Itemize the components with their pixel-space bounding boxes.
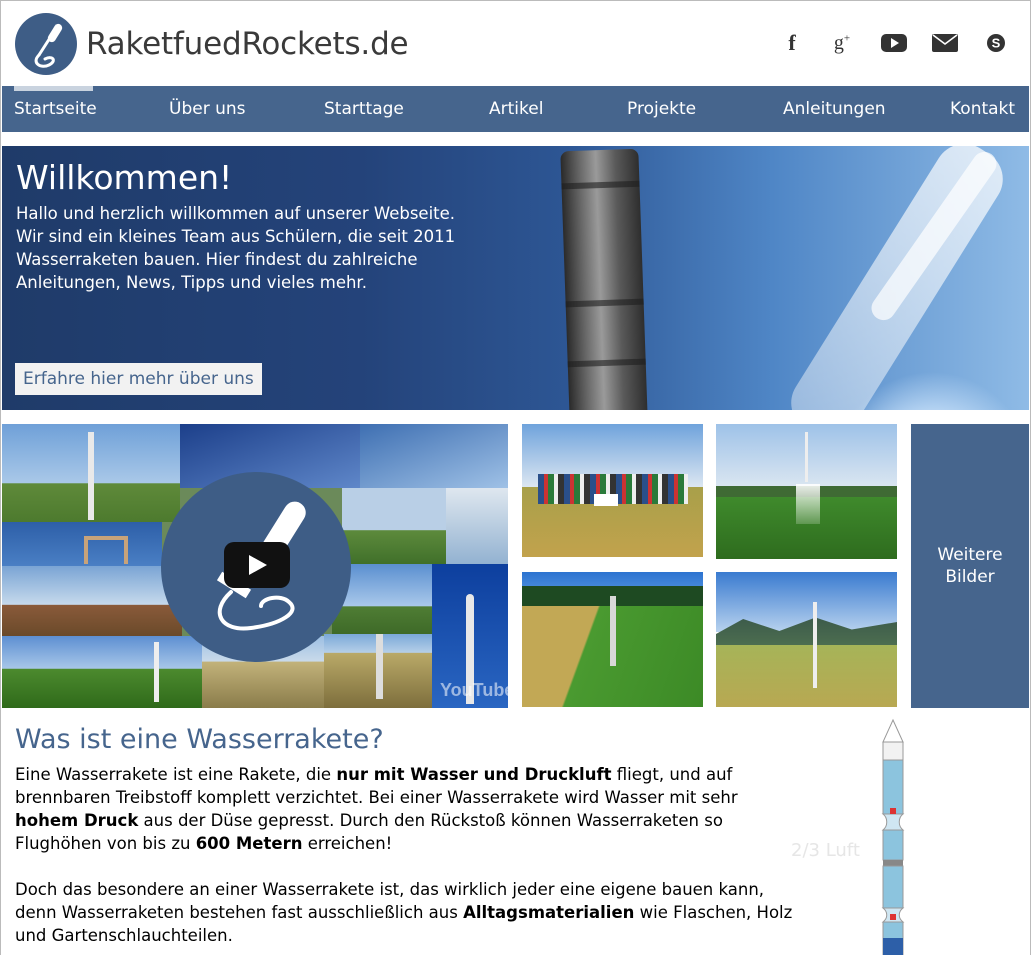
- collage-tile: [2, 522, 162, 566]
- p2-bold-materials: Alltagsmaterialien: [463, 903, 635, 922]
- collage-tile: [2, 566, 182, 636]
- p1-text: Eine Wasserrakete ist eine Rakete, die: [15, 765, 337, 784]
- gallery-photo-group[interactable]: [522, 424, 703, 557]
- nav-item-starttage[interactable]: Starttage: [324, 86, 404, 132]
- site-logo-icon[interactable]: [15, 13, 77, 75]
- water-rocket-diagram: [878, 718, 908, 955]
- article-paragraph-2: Doch das besondere an einer Wasserrakete…: [15, 878, 795, 947]
- nav-item-ueber-uns[interactable]: Über uns: [169, 86, 246, 132]
- p1-bold-water: nur mit Wasser und Druckluft: [336, 765, 612, 784]
- more-pictures-button[interactable]: Weitere Bilder: [911, 424, 1029, 708]
- nav-item-projekte[interactable]: Projekte: [627, 86, 696, 132]
- gallery-photo-field[interactable]: [522, 572, 703, 707]
- collage-tile: [446, 488, 508, 564]
- skype-icon[interactable]: S: [979, 29, 1013, 57]
- more-pictures-label-2: Bilder: [945, 567, 995, 587]
- gallery-photo-mountains[interactable]: [716, 572, 897, 707]
- nav-item-artikel[interactable]: Artikel: [489, 86, 543, 132]
- article-paragraph-1: Eine Wasserrakete ist eine Rakete, die n…: [15, 763, 795, 855]
- main-nav: Startseite Über uns Starttage Artikel Pr…: [2, 86, 1029, 132]
- nav-item-anleitungen[interactable]: Anleitungen: [783, 86, 886, 132]
- site-title[interactable]: RaketfuedRockets.de: [86, 26, 409, 62]
- mail-icon[interactable]: [928, 29, 962, 57]
- youtube-logo: YouTube: [440, 680, 508, 700]
- google-plus-icon[interactable]: g+: [825, 29, 859, 57]
- video-thumbnail[interactable]: YouTube: [2, 424, 508, 708]
- p1-bold-pressure: hohem Druck: [15, 811, 139, 830]
- hero-rocket-image: [560, 148, 648, 410]
- play-triangle-icon: [249, 555, 267, 575]
- svg-text:S: S: [992, 36, 1001, 51]
- nav-item-startseite[interactable]: Startseite: [14, 86, 97, 132]
- more-pictures-label-1: Weitere: [937, 545, 1003, 565]
- nav-item-kontakt[interactable]: Kontakt: [950, 86, 1015, 132]
- gallery-photo-launch[interactable]: [716, 424, 897, 559]
- article-title: Was ist eine Wasserrakete?: [15, 724, 384, 755]
- site-header: RaketfuedRockets.de f g+ S: [2, 2, 1029, 86]
- p1-bold-height: 600 Metern: [195, 834, 303, 853]
- youtube-icon[interactable]: [877, 29, 911, 57]
- facebook-icon[interactable]: f: [775, 29, 809, 57]
- hero-title: Willkommen!: [16, 158, 233, 197]
- p1-text: erreichen!: [302, 834, 393, 853]
- collage-tile: [342, 488, 446, 564]
- about-us-button[interactable]: Erfahre hier mehr über uns: [15, 363, 262, 395]
- hero-banner: Willkommen! Hallo und herzlich willkomme…: [2, 146, 1029, 410]
- diagram-label: 2/3 Luft: [791, 840, 860, 861]
- hero-text: Hallo und herzlich willkommen auf unsere…: [16, 204, 456, 292]
- collage-tile: [360, 424, 508, 488]
